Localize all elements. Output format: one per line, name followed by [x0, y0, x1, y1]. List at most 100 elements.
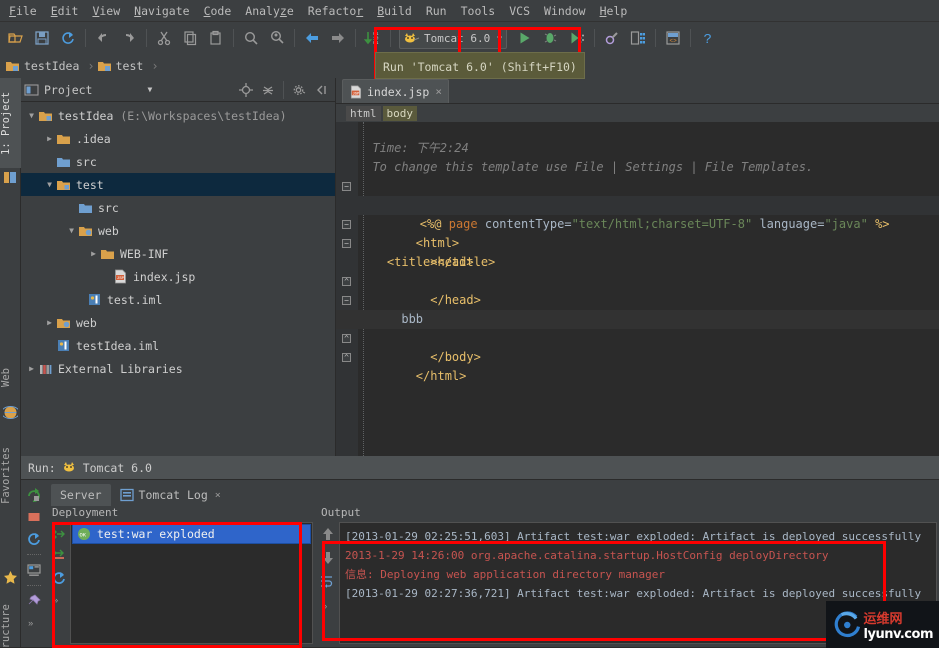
menu-item-edit[interactable]: Edit	[44, 2, 86, 20]
locate-icon[interactable]	[236, 80, 256, 100]
back-icon[interactable]	[300, 26, 324, 50]
chevron-down-icon[interactable]: ▼	[493, 34, 502, 43]
tab-server[interactable]: Server	[51, 484, 111, 506]
deploy-icon[interactable]	[50, 525, 68, 543]
menu-item-navigate[interactable]: Navigate	[127, 2, 196, 20]
menu-item-help[interactable]: Help	[593, 2, 635, 20]
expand-arrow-icon[interactable]: ▼	[43, 180, 56, 189]
menu-item-vcs[interactable]: VCS	[502, 2, 537, 20]
tree-node-test[interactable]: ▼ test	[21, 173, 335, 196]
tree-node-web-inf[interactable]: ▶ WEB-INF	[21, 242, 335, 265]
menu-item-refactor[interactable]: Refactor	[301, 2, 370, 20]
gear-icon[interactable]	[289, 80, 309, 100]
tree-node-web-test[interactable]: ▼ web	[21, 219, 335, 242]
expand-arrow-icon[interactable]: ▶	[25, 364, 38, 373]
menu-item-build[interactable]: Build	[370, 2, 419, 20]
close-icon[interactable]: ×	[435, 85, 442, 98]
fold-marker-icon[interactable]: ^	[342, 334, 351, 343]
project-tree[interactable]: ▼ testIdea (E:\Workspaces\testIdea) ▶ .i…	[21, 102, 335, 455]
rerun-icon[interactable]	[25, 486, 43, 504]
sidebar-tab-structure[interactable]: 7: Structure	[0, 590, 21, 648]
tree-node-web-root[interactable]: ▶ web	[21, 311, 335, 334]
sidebar-tab-web[interactable]: Web	[0, 353, 21, 403]
tree-node-test-iml[interactable]: test.iml	[21, 288, 335, 311]
run-with-coverage-button[interactable]	[565, 26, 589, 50]
breadcrumb-html[interactable]: html	[346, 105, 381, 121]
fold-marker-icon[interactable]: −	[342, 182, 351, 191]
expand-arrow-icon[interactable]: ▼	[25, 111, 38, 120]
up-icon[interactable]	[319, 525, 337, 543]
tree-node-testidea-iml[interactable]: testIdea.iml	[21, 334, 335, 357]
find-icon[interactable]	[239, 26, 263, 50]
pin-icon[interactable]	[25, 592, 43, 610]
breadcrumb-item-testidea[interactable]: testIdea	[5, 56, 81, 76]
expand-arrow-icon[interactable]: ▼	[65, 226, 78, 235]
help-icon[interactable]: ?	[696, 26, 720, 50]
sidebar-tab-favorites[interactable]: Favorites	[0, 428, 21, 523]
fold-marker-icon[interactable]: ^	[342, 277, 351, 286]
profile-button[interactable]	[600, 26, 624, 50]
stop-icon[interactable]	[25, 508, 43, 526]
forward-icon[interactable]	[326, 26, 350, 50]
down-icon[interactable]	[319, 549, 337, 567]
menu-item-run[interactable]: Run	[419, 2, 454, 20]
tree-node-label: src	[76, 154, 97, 169]
tree-node-src-root[interactable]: src	[21, 150, 335, 173]
expand-arrow-icon[interactable]: ▶	[87, 249, 100, 258]
undeploy-icon[interactable]	[50, 547, 68, 565]
run-button[interactable]	[513, 26, 537, 50]
tree-node-external-libraries[interactable]: ▶ External Libraries	[21, 357, 335, 380]
close-icon[interactable]: ×	[215, 490, 221, 501]
compile-icon[interactable]: 01 10 01	[361, 26, 385, 50]
expand-arrow-icon[interactable]: ▶	[43, 134, 56, 143]
settings-button[interactable]: <>	[661, 26, 685, 50]
tree-node-testidea[interactable]: ▼ testIdea (E:\Workspaces\testIdea)	[21, 104, 335, 127]
save-all-icon[interactable]	[30, 26, 54, 50]
menu-item-view[interactable]: View	[85, 2, 127, 20]
soft-wrap-icon[interactable]	[319, 573, 337, 591]
menu-item-analyze[interactable]: Analyze	[238, 2, 301, 20]
deployment-item[interactable]: OK test:war exploded	[72, 524, 311, 544]
more-icon[interactable]: »	[25, 614, 43, 632]
fold-marker-icon[interactable]: −	[342, 220, 351, 229]
more-icon[interactable]: »	[50, 591, 68, 609]
fold-marker-icon[interactable]: −	[342, 239, 351, 248]
copy-icon[interactable]	[178, 26, 202, 50]
toolbar-separator	[283, 80, 284, 99]
more-icon[interactable]: »	[319, 597, 337, 615]
breadcrumb-item-test[interactable]: test	[97, 56, 146, 76]
breadcrumb-separator: ›	[151, 59, 159, 73]
menu-item-code[interactable]: Code	[197, 2, 239, 20]
tree-node-idea[interactable]: ▶ .idea	[21, 127, 335, 150]
settings-icon[interactable]	[25, 561, 43, 579]
tree-node-index-jsp[interactable]: JSP index.jsp	[21, 265, 335, 288]
debug-button[interactable]	[539, 26, 563, 50]
undo-icon[interactable]	[91, 26, 115, 50]
restart-icon[interactable]	[25, 530, 43, 548]
cut-icon[interactable]	[152, 26, 176, 50]
tab-tomcat-log[interactable]: Tomcat Log ×	[111, 484, 230, 506]
redeploy-icon[interactable]	[50, 569, 68, 587]
redo-icon[interactable]	[117, 26, 141, 50]
project-structure-button[interactable]	[626, 26, 650, 50]
replace-icon[interactable]	[265, 26, 289, 50]
breadcrumb-body[interactable]: body	[382, 105, 417, 121]
collapse-all-icon[interactable]	[258, 80, 278, 100]
menu-item-window[interactable]: Window	[537, 2, 593, 20]
deployment-list[interactable]: OK test:war exploded	[70, 522, 313, 644]
sidebar-tab-project[interactable]: 1: Project	[0, 78, 21, 168]
tree-node-src-test[interactable]: src	[21, 196, 335, 219]
hide-panel-icon[interactable]	[311, 80, 331, 100]
run-configuration-selector[interactable]: Tomcat 6.0 ▼	[399, 27, 507, 49]
menu-item-tools[interactable]: Tools	[454, 2, 503, 20]
fold-marker-icon[interactable]: ^	[342, 353, 351, 362]
synchronize-icon[interactable]	[56, 26, 80, 50]
chevron-down-icon[interactable]: ▼	[147, 85, 152, 94]
editor-tab-index-jsp[interactable]: JSP index.jsp ×	[342, 79, 449, 103]
fold-marker-icon[interactable]: −	[342, 296, 351, 305]
expand-arrow-icon[interactable]: ▶	[43, 318, 56, 327]
open-folder-icon[interactable]	[4, 26, 28, 50]
menu-item-file[interactable]: File	[2, 2, 44, 20]
code-editor[interactable]: Time: 下午2:24 To change this template use…	[336, 122, 939, 456]
paste-icon[interactable]	[204, 26, 228, 50]
